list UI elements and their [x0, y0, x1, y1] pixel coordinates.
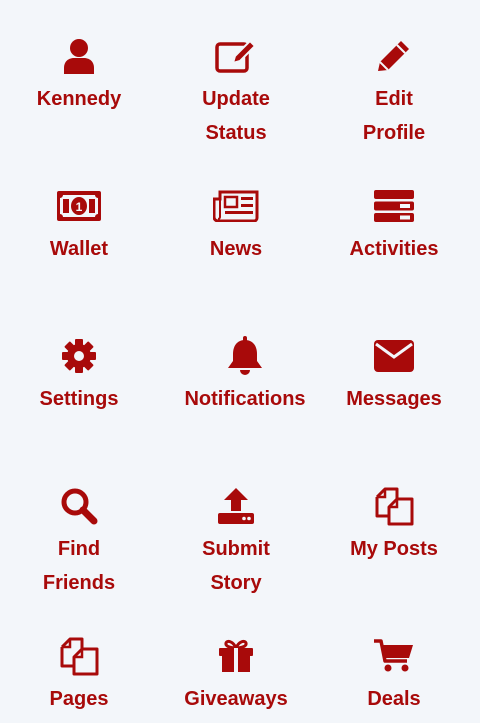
menu-item-label: Update Status — [202, 88, 270, 144]
svg-text:1: 1 — [76, 200, 83, 214]
menu-item-deals[interactable]: Deals — [315, 636, 473, 716]
menu-item-label: Activities — [349, 238, 439, 260]
menu-item-wallet[interactable]: 1 Wallet — [0, 186, 158, 266]
menu-item-label: Deals — [367, 688, 421, 710]
menu-item-label: Settings — [39, 388, 119, 410]
menu-item-kennedy[interactable]: Kennedy — [0, 36, 158, 116]
envelope-icon — [371, 336, 417, 376]
menu-grid: Kennedy Update Status Edit Profile 1 Wal… — [0, 0, 480, 723]
menu-item-update-status[interactable]: Update Status — [157, 36, 315, 150]
menu-item-messages[interactable]: Messages — [315, 336, 473, 416]
menu-item-label: Submit Story — [202, 538, 270, 594]
menu-item-label: Wallet — [49, 238, 109, 260]
upload-icon — [213, 486, 259, 526]
gift-icon — [213, 636, 259, 676]
menu-item-label: My Posts — [350, 538, 438, 560]
menu-item-my-posts[interactable]: My Posts — [315, 486, 473, 566]
menu-item-giveaways[interactable]: Giveaways — [157, 636, 315, 716]
money-bill-icon: 1 — [56, 186, 102, 226]
menu-item-label: Giveaways — [184, 688, 288, 710]
search-icon — [56, 486, 102, 526]
menu-item-edit-profile[interactable]: Edit Profile — [315, 36, 473, 150]
menu-item-news[interactable]: News — [157, 186, 315, 266]
user-icon — [56, 36, 102, 76]
bell-icon — [222, 336, 268, 376]
menu-item-submit-story[interactable]: Submit Story — [157, 486, 315, 600]
newspaper-icon — [213, 186, 259, 226]
copy-icon — [56, 636, 102, 676]
menu-item-pages[interactable]: Pages — [0, 636, 158, 716]
menu-item-activities[interactable]: Activities — [315, 186, 473, 266]
edit-icon — [213, 36, 259, 76]
menu-item-label: Find Friends — [42, 538, 116, 594]
menu-item-find-friends[interactable]: Find Friends — [0, 486, 158, 600]
menu-item-label: Edit Profile — [362, 88, 426, 144]
server-icon — [371, 186, 417, 226]
menu-item-notifications[interactable]: Notifications — [166, 336, 324, 416]
menu-item-label: Kennedy — [36, 88, 122, 110]
menu-item-settings[interactable]: Settings — [0, 336, 158, 416]
menu-item-label: News — [209, 238, 263, 260]
menu-item-label: Messages — [346, 388, 442, 410]
cart-icon — [371, 636, 417, 676]
copy-icon — [371, 486, 417, 526]
pencil-icon — [371, 36, 417, 76]
gear-icon — [56, 336, 102, 376]
menu-item-label: Notifications — [184, 388, 306, 410]
menu-item-label: Pages — [49, 688, 109, 710]
